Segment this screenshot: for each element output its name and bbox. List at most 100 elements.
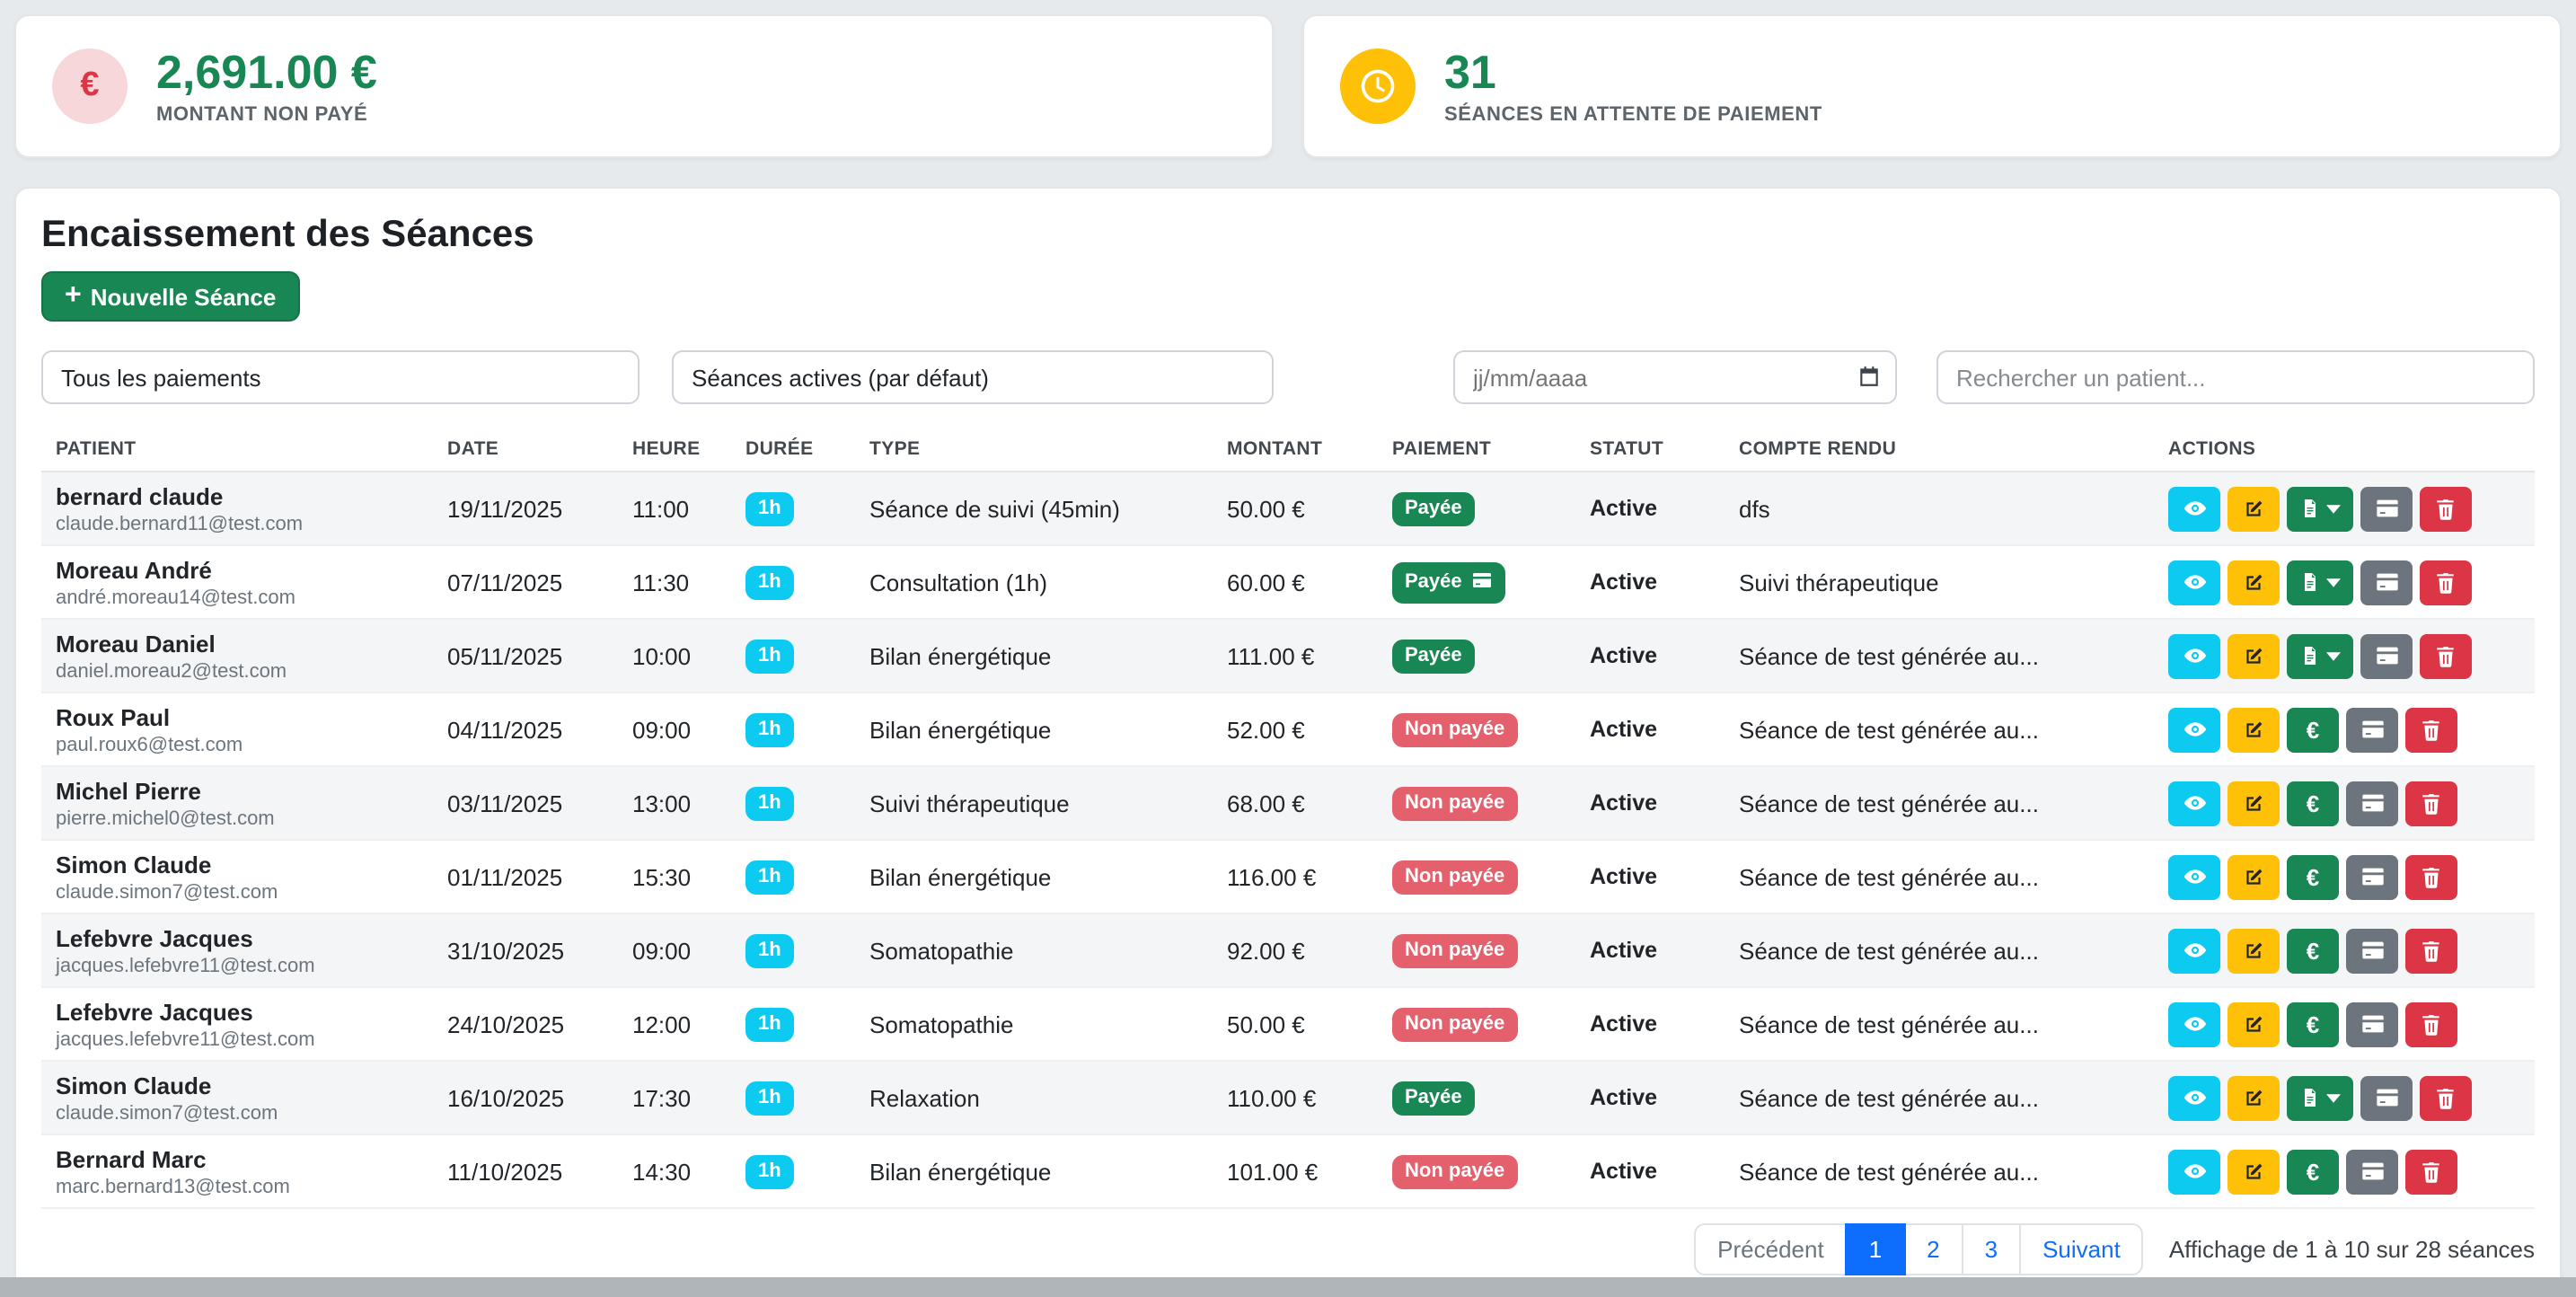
patient-email: claude.simon7@test.com: [56, 1102, 419, 1124]
new-session-button[interactable]: + Nouvelle Séance: [41, 271, 299, 322]
collect-payment-button[interactable]: €: [2287, 1149, 2339, 1194]
trash-icon: [2420, 718, 2443, 741]
card-payment-button[interactable]: [2346, 1149, 2398, 1194]
view-button[interactable]: [2168, 1075, 2220, 1120]
view-button[interactable]: [2168, 928, 2220, 973]
card-payment-button[interactable]: [2360, 560, 2413, 604]
patient-search-input[interactable]: [1936, 350, 2535, 404]
card-payment-button[interactable]: [2360, 486, 2413, 531]
unpaid-amount-text: 2,691.00 € MONTANT NON PAYÉ: [156, 47, 377, 125]
delete-button[interactable]: [2405, 928, 2457, 973]
duration-badge: 1h: [745, 712, 794, 746]
session-amount: 111.00 €: [1213, 619, 1378, 693]
session-amount: 60.00 €: [1213, 545, 1378, 619]
caret-down-icon: [2326, 504, 2341, 513]
session-status: Active: [1575, 913, 1725, 987]
edit-button[interactable]: [2228, 707, 2280, 752]
edit-button[interactable]: [2228, 854, 2280, 899]
session-date: 11/10/2025: [433, 1134, 618, 1208]
caret-down-icon: [2326, 651, 2341, 660]
delete-button[interactable]: [2405, 1001, 2457, 1046]
edit-button[interactable]: [2228, 1075, 2280, 1120]
patient-email: claude.simon7@test.com: [56, 881, 419, 903]
delete-button[interactable]: [2405, 1149, 2457, 1194]
view-button[interactable]: [2168, 854, 2220, 899]
payment-cell: Payée: [1378, 545, 1575, 619]
edit-button[interactable]: [2228, 633, 2280, 678]
edit-button[interactable]: [2228, 928, 2280, 973]
duration-badge: 1h: [745, 933, 794, 967]
edit-button[interactable]: [2228, 1149, 2280, 1194]
session-time: 13:00: [618, 766, 731, 840]
delete-button[interactable]: [2420, 1075, 2472, 1120]
pagination-previous[interactable]: Précédent: [1694, 1223, 1848, 1275]
delete-button[interactable]: [2405, 854, 2457, 899]
card-payment-button[interactable]: [2346, 854, 2398, 899]
payment-badge: Payée: [1392, 491, 1475, 525]
eye-icon: [2182, 790, 2207, 816]
session-amount: 68.00 €: [1213, 766, 1378, 840]
session-type: Somatopathie: [855, 913, 1213, 987]
payment-cell: Non payée: [1378, 913, 1575, 987]
edit-button[interactable]: [2228, 781, 2280, 825]
patient-name: Michel Pierre: [56, 777, 419, 804]
collect-payment-button[interactable]: €: [2287, 1001, 2339, 1046]
col-header-date: DATE: [433, 428, 618, 472]
card-payment-button[interactable]: [2346, 928, 2398, 973]
collect-payment-button[interactable]: €: [2287, 928, 2339, 973]
view-button[interactable]: [2168, 781, 2220, 825]
status-filter-select[interactable]: [672, 350, 1274, 404]
table-row: Lefebvre Jacques jacques.lefebvre11@test…: [41, 913, 2535, 987]
invoice-dropdown-button[interactable]: [2287, 633, 2353, 678]
pagination-page-2[interactable]: 2: [1903, 1223, 1963, 1275]
edit-button[interactable]: [2228, 1001, 2280, 1046]
pagination-bar: Précédent 1 2 3 Suivant Affichage de 1 à…: [41, 1223, 2535, 1275]
delete-button[interactable]: [2405, 707, 2457, 752]
calendar-icon[interactable]: [1857, 365, 1881, 388]
pagination-next[interactable]: Suivant: [2019, 1223, 2144, 1275]
invoice-icon: [2299, 645, 2321, 666]
card-payment-button[interactable]: [2360, 1075, 2413, 1120]
collect-payment-button[interactable]: €: [2287, 781, 2339, 825]
delete-button[interactable]: [2420, 633, 2472, 678]
view-button[interactable]: [2168, 1001, 2220, 1046]
card-payment-button[interactable]: [2346, 781, 2398, 825]
edit-button[interactable]: [2228, 486, 2280, 531]
pagination-page-3[interactable]: 3: [1962, 1223, 2021, 1275]
session-date: 03/11/2025: [433, 766, 618, 840]
delete-button[interactable]: [2405, 781, 2457, 825]
session-amount: 116.00 €: [1213, 840, 1378, 913]
collect-payment-button[interactable]: €: [2287, 707, 2339, 752]
card-payment-button[interactable]: [2360, 633, 2413, 678]
session-duration-cell: 1h: [731, 472, 855, 545]
payment-filter-select[interactable]: [41, 350, 640, 404]
col-header-montant: MONTANT: [1213, 428, 1378, 472]
invoice-dropdown-button[interactable]: [2287, 486, 2353, 531]
date-filter-input[interactable]: [1453, 350, 1897, 404]
duration-badge: 1h: [745, 860, 794, 894]
payment-badge: Payée: [1392, 561, 1505, 603]
delete-button[interactable]: [2420, 486, 2472, 531]
session-duration-cell: 1h: [731, 693, 855, 766]
card-payment-button[interactable]: [2346, 1001, 2398, 1046]
invoice-dropdown-button[interactable]: [2287, 1075, 2353, 1120]
session-time: 15:30: [618, 840, 731, 913]
pending-sessions-text: 31 SÉANCES EN ATTENTE DE PAIEMENT: [1444, 47, 1822, 125]
collect-payment-button[interactable]: €: [2287, 854, 2339, 899]
view-button[interactable]: [2168, 486, 2220, 531]
col-header-heure: HEURE: [618, 428, 731, 472]
session-report: Séance de test générée au...: [1725, 619, 2154, 693]
view-button[interactable]: [2168, 707, 2220, 752]
invoice-dropdown-button[interactable]: [2287, 560, 2353, 604]
card-payment-button[interactable]: [2346, 707, 2398, 752]
view-button[interactable]: [2168, 1149, 2220, 1194]
pagination-page-1[interactable]: 1: [1846, 1223, 1905, 1275]
view-button[interactable]: [2168, 560, 2220, 604]
edit-button[interactable]: [2228, 560, 2280, 604]
view-button[interactable]: [2168, 633, 2220, 678]
payment-status-label: Non payée: [1405, 719, 1504, 739]
delete-button[interactable]: [2420, 560, 2472, 604]
session-report: Séance de test générée au...: [1725, 766, 2154, 840]
credit-card-icon: [2374, 569, 2399, 595]
table-row: Lefebvre Jacques jacques.lefebvre11@test…: [41, 987, 2535, 1061]
